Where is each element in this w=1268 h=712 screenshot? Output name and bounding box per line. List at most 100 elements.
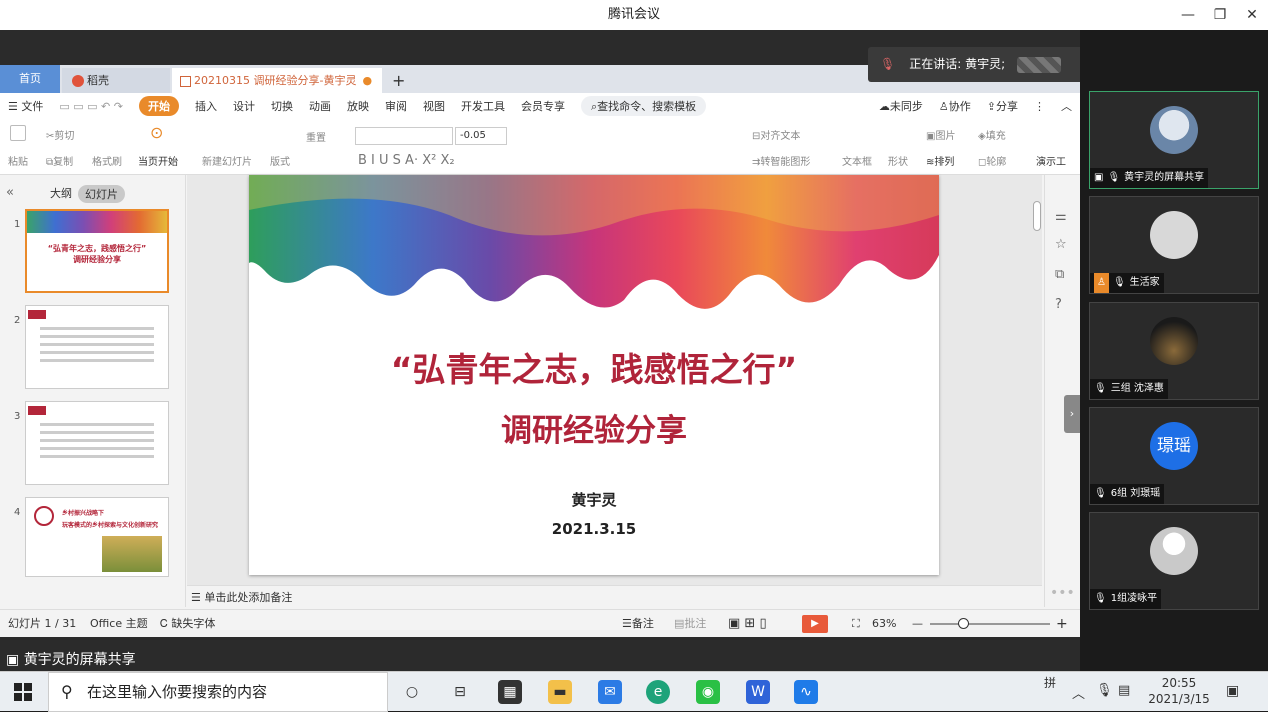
windows-start-icon[interactable] [14, 683, 32, 701]
cortana-icon[interactable]: ○ [400, 680, 424, 704]
wechat-icon[interactable]: ◉ [696, 680, 720, 704]
collaborate-button[interactable]: ♙协作 [939, 98, 971, 114]
paste-icon[interactable] [10, 125, 28, 141]
tab-slides[interactable]: 幻灯片 [78, 185, 125, 203]
menu-slideshow[interactable]: 放映 [347, 98, 369, 114]
slide-thumbnail-1[interactable]: “弘青年之志，践感悟之行” 调研经验分享 [25, 209, 169, 293]
text-format-icons[interactable]: B I U S A· X² X₂ [358, 153, 455, 168]
slide-subtitle[interactable]: 调研经验分享 [249, 405, 939, 450]
view-mode-icons[interactable]: ▣ ⊞ ▯ [728, 610, 767, 638]
wps-icon[interactable]: W [746, 680, 770, 704]
taskbar-clock[interactable]: 20:55 2021/3/15 [1148, 675, 1210, 707]
from-current-button[interactable]: 当页开始 [138, 153, 178, 168]
zoom-in-button[interactable]: + [1056, 610, 1068, 638]
slide-title[interactable]: “弘青年之志，践感悟之行” [249, 343, 939, 391]
menu-start[interactable]: 开始 [138, 96, 179, 116]
slide-thumbnail-4[interactable]: 乡村振兴战略下 玩客模式的乡村探索与文化创新研究 [25, 497, 169, 577]
store-icon[interactable]: ▦ [498, 680, 522, 704]
file-explorer-icon[interactable]: ▬ [548, 680, 572, 704]
missing-font-button[interactable]: Ꮯ 缺失字体 [160, 610, 215, 638]
menu-devtools[interactable]: 开发工具 [461, 98, 505, 114]
copy-panel-icon[interactable]: ⧉ [1055, 267, 1064, 282]
zoom-level[interactable]: 63% [872, 610, 896, 638]
slide-thumbnail-2[interactable] [25, 305, 169, 389]
menu-design[interactable]: 设计 [233, 98, 255, 114]
paste-button[interactable]: 粘贴 [8, 153, 28, 168]
tab-home[interactable]: 首页 [0, 65, 60, 93]
mail-icon[interactable]: ✉ [598, 680, 622, 704]
unsynced-button[interactable]: ☁未同步 [879, 98, 923, 114]
collapse-panel-icon[interactable]: « [6, 185, 14, 200]
theme-name[interactable]: Office 主题 [90, 610, 148, 638]
play-circle-icon[interactable]: ⊙ [150, 123, 163, 142]
expand-panel-button[interactable]: › [1064, 395, 1080, 433]
notification-icon[interactable]: ▣ [1226, 683, 1239, 699]
close-button[interactable]: ✕ [1236, 0, 1268, 30]
share-button[interactable]: ⇪分享 [987, 98, 1018, 114]
minimize-button[interactable]: — [1172, 0, 1204, 30]
collapse-ribbon-icon[interactable]: ︿ [1061, 98, 1072, 114]
microphone-icon[interactable]: 🎙 [1096, 683, 1113, 698]
slide-author[interactable]: 黄宇灵 [249, 489, 939, 510]
slide-date[interactable]: 2021.3.15 [249, 520, 939, 538]
tray-arrow-icon[interactable]: ︿ [1072, 683, 1085, 702]
fill-button[interactable]: ◈填充 [978, 127, 1006, 142]
new-tab-button[interactable]: + [392, 68, 405, 93]
textbox-button[interactable]: 文本框 [842, 153, 872, 168]
zoom-out-button[interactable]: — [912, 610, 923, 638]
participant-tile[interactable]: 🎙 三组 沈泽惠 [1089, 302, 1259, 400]
reset-button[interactable]: 重置 [306, 129, 326, 144]
vertical-scrollbar[interactable] [1031, 187, 1042, 577]
align-text-button[interactable]: ⊟对齐文本 [752, 127, 800, 142]
tab-document[interactable]: 20210315 调研经验分享-黄宇灵 ● [172, 68, 382, 93]
layout-button[interactable]: 版式 [270, 153, 290, 168]
participant-tile[interactable]: 璟瑶 🎙 6组 刘璟瑶 [1089, 407, 1259, 505]
tab-outline[interactable]: 大纲 [50, 185, 72, 203]
participant-tile[interactable]: ♙ 🎙 生活家 [1089, 196, 1259, 294]
picture-button[interactable]: ▣图片 [926, 127, 955, 142]
format-painter-button[interactable]: 格式刷 [92, 153, 122, 168]
menu-member[interactable]: 会员专享 [521, 98, 565, 114]
sliders-icon[interactable]: ⚌ [1055, 209, 1067, 224]
menu-file[interactable]: ☰ 文件 [8, 98, 43, 114]
arrange-button[interactable]: ≋排列 [926, 153, 954, 168]
current-slide[interactable]: “弘青年之志，践感悟之行” 调研经验分享 黄宇灵 2021.3.15 [249, 175, 939, 575]
shape-button[interactable]: 形状 [888, 153, 908, 168]
help-icon[interactable]: ? [1055, 297, 1062, 312]
menu-switch[interactable]: 切换 [271, 98, 293, 114]
notes-area[interactable]: ☰ 单击此处添加备注 [187, 585, 1042, 609]
font-size-select[interactable]: -0.05 [455, 127, 507, 145]
tencent-meeting-icon[interactable]: ∿ [794, 680, 818, 704]
smartart-button[interactable]: ⇉转智能图形 [752, 153, 810, 168]
tab-docer[interactable]: 稻壳 [62, 68, 170, 93]
more-options-icon[interactable]: ••• [1050, 585, 1075, 601]
participant-tile[interactable]: 🎙 1组凌咏平 [1089, 512, 1259, 610]
zoom-slider[interactable] [930, 623, 1050, 625]
comment-toggle[interactable]: ▤批注 [674, 610, 706, 638]
menu-view[interactable]: 视图 [423, 98, 445, 114]
network-icon[interactable]: ▤ [1118, 683, 1130, 698]
new-slide-button[interactable]: 新建幻灯片 [202, 153, 252, 168]
copy-button[interactable]: ⧉复制 [46, 153, 73, 168]
participant-tile[interactable]: ▣ 🎙 黄宇灵的屏幕共享 [1089, 91, 1259, 189]
demo-tools-button[interactable]: 演示工 [1036, 153, 1066, 168]
play-slideshow-button[interactable]: ▶ [802, 615, 828, 633]
slide-thumbnail-3[interactable] [25, 401, 169, 485]
font-family-select[interactable] [355, 127, 453, 145]
menu-review[interactable]: 审阅 [385, 98, 407, 114]
fit-icon[interactable]: ⛶ [852, 610, 860, 638]
notes-toggle[interactable]: ☰备注 [622, 610, 654, 638]
more-icon[interactable]: ⋮ [1034, 100, 1045, 113]
zoom-slider-handle[interactable] [958, 618, 969, 629]
ime-indicator[interactable]: 拼 [1044, 674, 1056, 691]
cut-button[interactable]: ✂剪切 [46, 127, 74, 142]
quick-access-icons[interactable]: ▭ ▭ ▭ ↶ ↷ [59, 100, 123, 113]
edge-icon[interactable]: e [646, 680, 670, 704]
taskbar-search-input[interactable]: ⚲ 在这里输入你要搜索的内容 [48, 672, 388, 712]
task-view-icon[interactable]: ⊟ [448, 680, 472, 704]
maximize-button[interactable]: ❐ [1204, 0, 1236, 30]
pin-icon[interactable]: ☆ [1055, 237, 1067, 252]
outline-button[interactable]: ◻轮廓 [978, 153, 1006, 168]
menu-insert[interactable]: 插入 [195, 98, 217, 114]
menu-animation[interactable]: 动画 [309, 98, 331, 114]
